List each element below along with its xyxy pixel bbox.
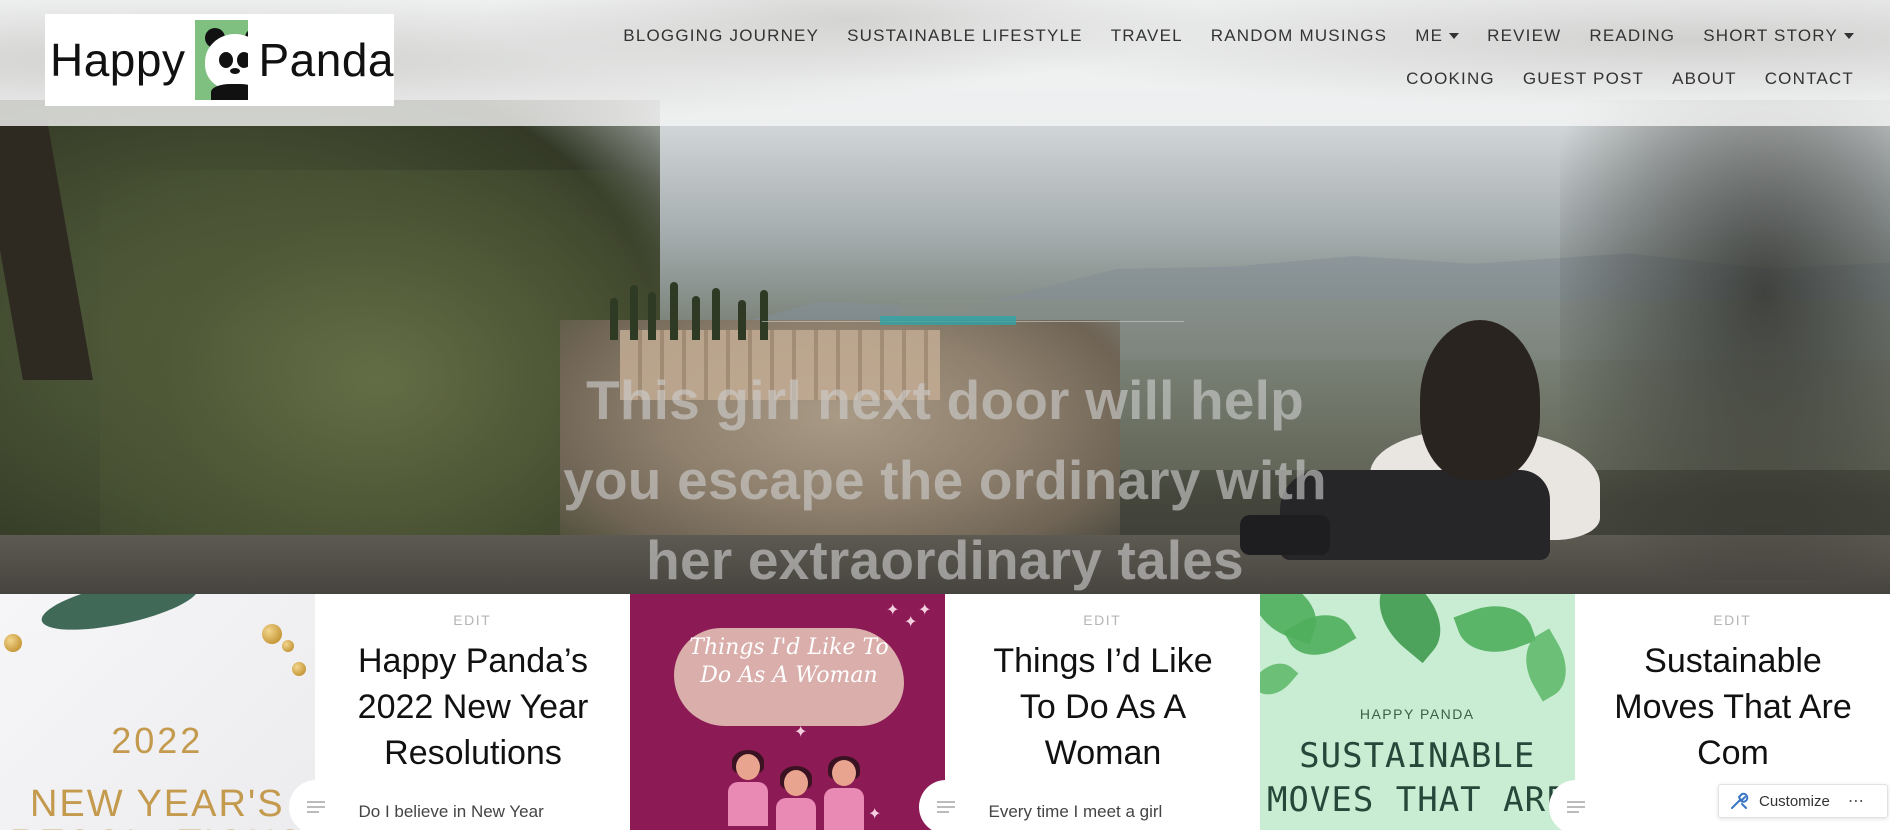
thumbnail-year: 2022 — [111, 720, 204, 761]
sparkle-icon: ✦ — [794, 724, 808, 741]
post-title[interactable]: Happy Panda’s 2022 New Year Resolutions — [345, 638, 602, 776]
ornament-icon — [4, 634, 22, 652]
woman-illustration — [824, 756, 864, 830]
hero-loading-bar — [762, 316, 1184, 325]
post-thumbnail-new-year-resolutions[interactable]: 2022 NEW YEAR'S RESOLUTIONS — [0, 594, 315, 830]
caret-down-icon — [1844, 33, 1854, 39]
nav-item-label: REVIEW — [1487, 26, 1562, 45]
sparkle-icon: ✦ — [904, 614, 918, 631]
thumbnail-brand: HAPPY PANDA — [1359, 706, 1475, 722]
customize-button[interactable]: Customize — [1759, 793, 1830, 810]
hero-tagline: This girl next door will help you escape… — [563, 369, 1327, 591]
primary-nav: BLOGGING JOURNEY SUSTAINABLE LIFESTYLE T… — [514, 24, 1854, 91]
nav-item-label: BLOGGING JOURNEY — [623, 26, 820, 45]
nav-item-reading[interactable]: READING — [1589, 24, 1675, 48]
nav-item-label: SHORT STORY — [1703, 26, 1838, 45]
standard-post-icon — [288, 780, 343, 830]
pine-branch-icon — [37, 594, 203, 641]
nav-item-label: COOKING — [1406, 69, 1495, 88]
post-thumbnail-sustainable-moves[interactable]: HAPPY PANDA SUSTAINABLE MOVES THAT ARE — [1260, 594, 1575, 830]
woman-illustration — [776, 766, 816, 830]
nav-item-label: READING — [1589, 26, 1676, 45]
nav-item-label: CONTACT — [1764, 69, 1854, 88]
sparkle-icon: ✦ — [886, 602, 900, 619]
thumbnail-heading: NEW YEAR'S RESOLUTIONS — [10, 783, 302, 830]
leaf-icon — [1361, 594, 1459, 664]
standard-post-icon — [918, 780, 973, 830]
caret-down-icon — [1449, 33, 1460, 39]
nav-item-me[interactable]: ME — [1415, 24, 1460, 48]
nav-item-label: ME — [1415, 26, 1444, 45]
edit-link[interactable]: EDIT — [315, 612, 631, 628]
standard-post-icon — [1548, 780, 1603, 830]
ornament-icon — [262, 624, 282, 644]
recent-posts-row: 2022 NEW YEAR'S RESOLUTIONS EDIT Happy P… — [0, 594, 1890, 830]
site-logo[interactable]: Happy Panda — [45, 14, 394, 106]
thumbnail-heading: SUSTAINABLE MOVES THAT ARE — [1266, 736, 1568, 820]
nav-item-review[interactable]: REVIEW — [1487, 24, 1561, 48]
nav-item-label: TRAVEL — [1110, 26, 1183, 45]
nav-item-sustainable-lifestyle[interactable]: SUSTAINABLE LIFESTYLE — [847, 24, 1083, 48]
nav-item-random-musings[interactable]: RANDOM MUSINGS — [1211, 24, 1387, 48]
nav-item-label: ABOUT — [1672, 69, 1737, 88]
logo-word-left: Happy — [50, 34, 186, 86]
post-card: EDIT Happy Panda’s 2022 New Year Resolut… — [288, 594, 631, 830]
nav-item-blogging-journey[interactable]: BLOGGING JOURNEY — [623, 24, 819, 48]
post-card: EDIT Things I’d Like To Do As A Woman Ev… — [918, 594, 1261, 830]
nav-item-label: SUSTAINABLE LIFESTYLE — [847, 26, 1083, 45]
nav-item-travel[interactable]: TRAVEL — [1111, 24, 1183, 48]
leaf-icon — [1260, 654, 1299, 704]
nav-item-cooking[interactable]: COOKING — [1406, 67, 1495, 91]
nav-item-label: RANDOM MUSINGS — [1210, 26, 1388, 45]
post-title[interactable]: Things I’d Like To Do As A Woman — [975, 638, 1232, 776]
more-options-icon[interactable]: ⋯ — [1848, 791, 1865, 811]
edit-link[interactable]: EDIT — [1575, 612, 1890, 628]
logo-word-right: Panda — [258, 34, 394, 86]
thumbnail-bubble-text: Things I'd Like To Do As A Woman — [689, 635, 889, 688]
wrench-icon[interactable] — [1729, 791, 1749, 811]
nav-item-contact[interactable]: CONTACT — [1765, 67, 1854, 91]
nav-item-guest-post[interactable]: GUEST POST — [1523, 67, 1644, 91]
nav-item-short-story[interactable]: SHORT STORY — [1703, 24, 1854, 48]
hero-loading-fill — [880, 316, 1016, 325]
edit-link[interactable]: EDIT — [945, 612, 1261, 628]
ornament-icon — [292, 662, 306, 676]
sparkle-icon: ✦ — [918, 602, 932, 619]
ornament-icon — [282, 640, 294, 652]
nav-item-about[interactable]: ABOUT — [1672, 67, 1737, 91]
leaf-icon — [1453, 594, 1537, 665]
post-excerpt: Do I believe in New Year — [358, 802, 544, 821]
customize-bar: Customize ⋯ — [1718, 784, 1888, 818]
sparkle-icon: ✦ — [868, 806, 882, 823]
site-header: Happy Panda BLOGGING JOURNEY SUSTAINABLE… — [0, 0, 1890, 126]
woman-illustration — [728, 750, 768, 826]
post-excerpt: Every time I meet a girl — [988, 802, 1163, 821]
post-thumbnail-things-as-woman[interactable]: Things I'd Like To Do As A Woman ✦ ✦ ✦ ✦… — [630, 594, 945, 830]
panda-icon — [195, 20, 249, 100]
nav-item-label: GUEST POST — [1522, 69, 1645, 88]
post-title[interactable]: Sustainable Moves That Are Com — [1605, 638, 1862, 776]
hero-cypress-trees — [600, 280, 780, 340]
